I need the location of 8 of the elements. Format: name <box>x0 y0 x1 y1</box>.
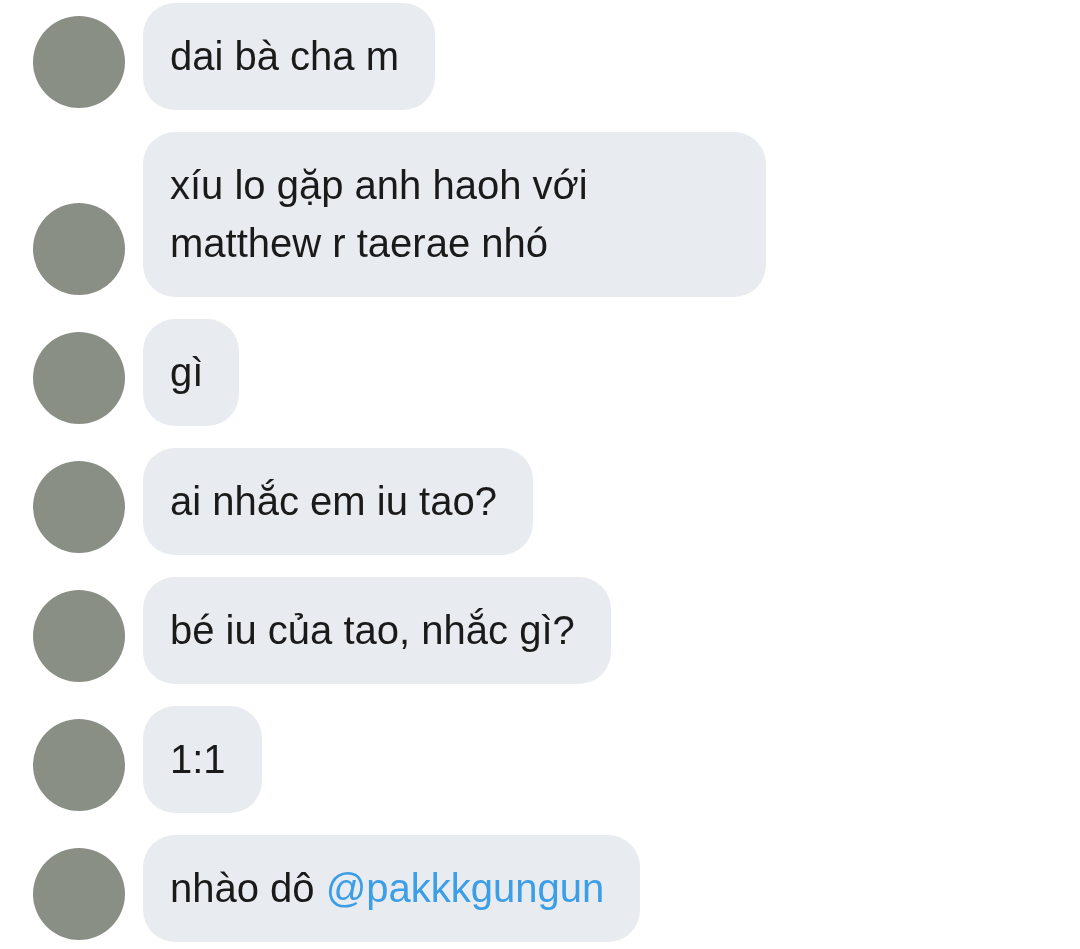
mention-link[interactable]: @pakkkgungun <box>325 866 605 910</box>
message-bubble: dai bà cha m <box>143 3 436 110</box>
message-bubble: xíu lo gặp anh haoh với matthew r taerae nhó <box>143 132 766 297</box>
message-bubble: 1:1 <box>143 706 262 813</box>
message-bubble: bé iu của tao, nhắc gì? <box>143 577 611 684</box>
message-bubble: nhào dô @pakkkgungun <box>143 835 641 942</box>
message-bubble: ai nhắc em iu tao? <box>143 448 533 555</box>
message-bubble: gì <box>143 319 240 426</box>
